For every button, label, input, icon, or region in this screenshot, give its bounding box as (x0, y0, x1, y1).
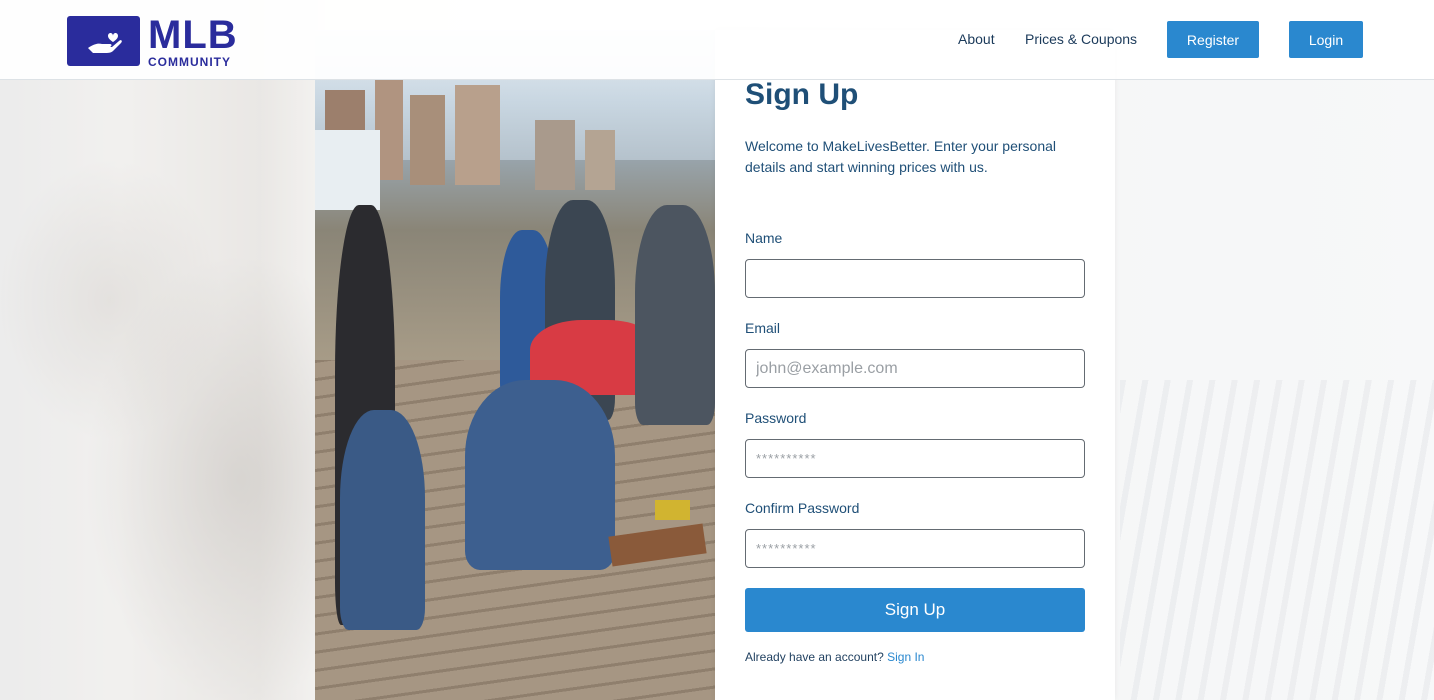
sign-up-button[interactable]: Sign Up (745, 588, 1085, 632)
confirm-password-label: Confirm Password (745, 500, 860, 516)
nav-about-link[interactable]: About (958, 31, 995, 47)
sign-in-link[interactable]: Sign In (887, 650, 924, 664)
have-account-text: Already have an account? (745, 650, 884, 664)
brand-subtitle: COMMUNITY (148, 54, 231, 69)
nav-prices-coupons-link[interactable]: Prices & Coupons (1025, 31, 1137, 47)
top-navbar: MLB COMMUNITY About Prices & Coupons Reg… (0, 0, 1434, 80)
logo-badge (67, 16, 140, 66)
login-button[interactable]: Login (1289, 21, 1363, 58)
brand-name: MLB (148, 12, 238, 57)
brand-logo[interactable]: MLB COMMUNITY (67, 12, 238, 69)
signup-card: Sign Up Welcome to MakeLivesBetter. Ente… (715, 30, 1115, 700)
intro-text: Welcome to MakeLivesBetter. Enter your p… (745, 138, 1057, 175)
register-button[interactable]: Register (1167, 21, 1259, 58)
email-field[interactable] (745, 349, 1085, 388)
volunteers-photo (315, 30, 715, 700)
hand-heart-icon (87, 33, 122, 53)
confirm-password-field[interactable] (745, 529, 1085, 568)
background-road (1120, 380, 1434, 700)
email-label: Email (745, 320, 781, 336)
name-label: Name (745, 230, 783, 246)
password-label: Password (745, 410, 807, 426)
password-field[interactable] (745, 439, 1085, 478)
page-title: Sign Up (745, 78, 859, 111)
name-field[interactable] (745, 259, 1085, 298)
have-account-note: Already have an account? Sign In (745, 650, 924, 664)
